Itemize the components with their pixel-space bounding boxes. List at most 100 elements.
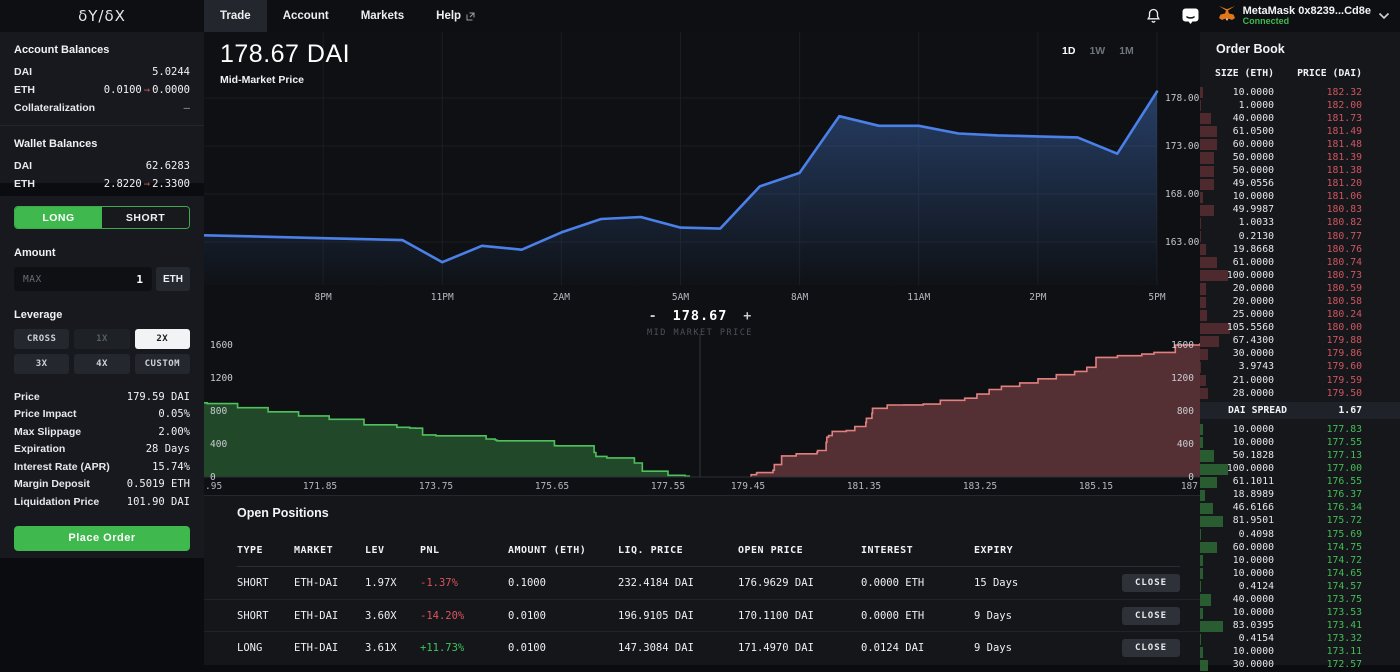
depth-bar <box>1200 375 1206 386</box>
order-book-bid-row[interactable]: 0.4154173.32 <box>1200 633 1400 646</box>
account-balances-title: Account Balances <box>0 32 204 63</box>
depth-bar <box>1200 634 1201 645</box>
svg-text:185.15: 185.15 <box>1079 481 1113 492</box>
wallet-connection[interactable]: MetaMask 0x8239...Cd8e Connected <box>1218 5 1390 27</box>
max-button[interactable]: MAX <box>23 274 42 285</box>
order-book-ask-row[interactable]: 0.2130180.77 <box>1200 230 1400 243</box>
tab-markets[interactable]: Markets <box>345 0 420 32</box>
close-position-button[interactable]: CLOSE <box>1122 607 1180 625</box>
order-book-ask-row[interactable]: 30.0000179.86 <box>1200 348 1400 361</box>
range-1d[interactable]: 1D <box>1062 45 1075 57</box>
leverage-options: CROSS1X 2X 3X4X CUSTOM <box>14 329 190 374</box>
short-toggle-button[interactable]: SHORT <box>102 207 189 228</box>
leverage-1x[interactable]: 1X <box>74 329 129 349</box>
order-book-ask-row[interactable]: 20.0000180.58 <box>1200 296 1400 309</box>
amount-input[interactable]: MAX 1 <box>14 267 152 291</box>
order-book-ask-row[interactable]: 28.0000179.50 <box>1200 387 1400 400</box>
order-book-ask-row[interactable]: 50.0000181.39 <box>1200 151 1400 164</box>
range-1w[interactable]: 1W <box>1089 45 1105 57</box>
order-book-bid-row[interactable]: 60.0000174.75 <box>1200 541 1400 554</box>
order-book-bid-row[interactable]: 83.0395173.41 <box>1200 620 1400 633</box>
order-book-ask-row[interactable]: 21.0000179.59 <box>1200 374 1400 387</box>
order-book-ask-row[interactable]: 105.5560180.00 <box>1200 322 1400 335</box>
size-column-header: SIZE (ETH) <box>1215 68 1274 79</box>
tab-account[interactable]: Account <box>267 0 345 32</box>
close-position-button[interactable]: CLOSE <box>1122 574 1180 592</box>
tab-trade[interactable]: Trade <box>204 0 267 32</box>
order-book-bid-row[interactable]: 0.4098175.69 <box>1200 528 1400 541</box>
depth-bar <box>1200 231 1201 242</box>
leverage-cross[interactable]: CROSS <box>14 329 69 349</box>
depth-bar <box>1200 362 1201 373</box>
balance-row: Collateralization— <box>0 99 204 117</box>
position-liq-price: 147.3084 DAI <box>618 642 738 654</box>
order-book-bid-row[interactable]: 40.0000173.75 <box>1200 593 1400 606</box>
order-book-ask-row[interactable]: 1.0033180.82 <box>1200 217 1400 230</box>
svg-text:8AM: 8AM <box>791 292 808 303</box>
balance-row: DAI5.0244 <box>0 63 204 81</box>
tab-help[interactable]: Help <box>420 0 491 32</box>
order-book-bid-row[interactable]: 30.0000172.57 <box>1200 659 1400 672</box>
svg-text:173.75: 173.75 <box>419 481 453 492</box>
order-book-bid-row[interactable]: 10.0000173.53 <box>1200 607 1400 620</box>
order-book-ask-row[interactable]: 61.0500181.49 <box>1200 125 1400 138</box>
depth-bar <box>1200 516 1223 527</box>
order-book-ask-row[interactable]: 19.8668180.76 <box>1200 243 1400 256</box>
place-order-button[interactable]: Place Order <box>14 526 190 551</box>
depth-bar <box>1200 310 1207 321</box>
position-type: LONG <box>237 642 294 654</box>
order-book-ask-row[interactable]: 50.0000181.38 <box>1200 165 1400 178</box>
order-book-ask-row[interactable]: 100.0000180.73 <box>1200 269 1400 282</box>
order-book-bid-row[interactable]: 50.1828177.13 <box>1200 449 1400 462</box>
order-book-ask-row[interactable]: 3.9743179.60 <box>1200 361 1400 374</box>
order-book-bid-row[interactable]: 10.0000174.65 <box>1200 567 1400 580</box>
leverage-custom[interactable]: CUSTOM <box>135 354 190 374</box>
long-toggle-button[interactable]: LONG <box>15 207 102 228</box>
balance-row: DAI62.6283 <box>0 157 204 175</box>
close-position-button[interactable]: CLOSE <box>1122 639 1180 657</box>
order-book-ask-row[interactable]: 25.0000180.24 <box>1200 309 1400 322</box>
position-pnl: +11.73% <box>420 642 508 654</box>
account-balance-rows: DAI5.0244ETH0.0100→0.0000Collateralizati… <box>0 63 204 117</box>
stat-row: Price Impact0.05% <box>0 406 204 424</box>
order-book-ask-row[interactable]: 20.0000180.59 <box>1200 282 1400 295</box>
spread-row: DAI SPREAD 1.67 <box>1200 402 1400 419</box>
leverage-4x[interactable]: 4X <box>74 354 129 374</box>
dydx-logo[interactable]: δY/δX <box>0 0 204 32</box>
order-book-bid-row[interactable]: 81.9501175.72 <box>1200 515 1400 528</box>
order-book-ask-row[interactable]: 49.0556181.20 <box>1200 178 1400 191</box>
order-book-bid-row[interactable]: 46.6166176.34 <box>1200 502 1400 515</box>
range-1m[interactable]: 1M <box>1119 45 1134 57</box>
depth-bar <box>1200 152 1214 163</box>
order-book-ask-row[interactable]: 1.0000182.00 <box>1200 99 1400 112</box>
price-increment-button[interactable]: + <box>743 309 751 324</box>
open-positions-panel: Open Positions TYPEMARKETLEVPNLAMOUNT (E… <box>204 495 1200 665</box>
order-book-bid-row[interactable]: 18.8989176.37 <box>1200 489 1400 502</box>
chevron-down-icon[interactable] <box>1378 7 1390 25</box>
order-book-bid-row[interactable]: 0.4124174.57 <box>1200 580 1400 593</box>
notifications-bell-icon[interactable] <box>1144 6 1164 26</box>
positions-table-body: SHORTETH-DAI1.97X-1.37%0.1000232.4184 DA… <box>204 567 1200 663</box>
order-book-bid-row[interactable]: 10.0000177.83 <box>1200 423 1400 436</box>
order-book-ask-row[interactable]: 40.0000181.73 <box>1200 112 1400 125</box>
order-book-bid-row[interactable]: 10.0000174.72 <box>1200 554 1400 567</box>
support-chat-icon[interactable] <box>1181 6 1201 26</box>
order-book-ask-row[interactable]: 10.0000182.32 <box>1200 86 1400 99</box>
position-market: ETH-DAI <box>294 577 365 589</box>
mid-market-price-label: MID MARKET PRICE <box>630 328 770 338</box>
order-book-ask-row[interactable]: 61.0000180.74 <box>1200 256 1400 269</box>
order-book-ask-row[interactable]: 49.9987180.83 <box>1200 204 1400 217</box>
order-book-bid-row[interactable]: 61.1011176.55 <box>1200 476 1400 489</box>
order-book-ask-row[interactable]: 10.0000181.06 <box>1200 191 1400 204</box>
order-book-ask-row[interactable]: 67.4300179.88 <box>1200 335 1400 348</box>
leverage-2x[interactable]: 2X <box>135 329 190 349</box>
leverage-3x[interactable]: 3X <box>14 354 69 374</box>
order-book-bid-row[interactable]: 10.0000173.11 <box>1200 646 1400 659</box>
position-leverage: 1.97X <box>365 577 420 589</box>
depth-bar <box>1200 349 1208 360</box>
order-book-bid-row[interactable]: 100.0000177.00 <box>1200 463 1400 476</box>
order-book-bid-row[interactable]: 10.0000177.55 <box>1200 436 1400 449</box>
price-decrement-button[interactable]: - <box>649 309 657 324</box>
order-book-ask-row[interactable]: 60.0000181.48 <box>1200 138 1400 151</box>
depth-bar <box>1200 490 1205 501</box>
